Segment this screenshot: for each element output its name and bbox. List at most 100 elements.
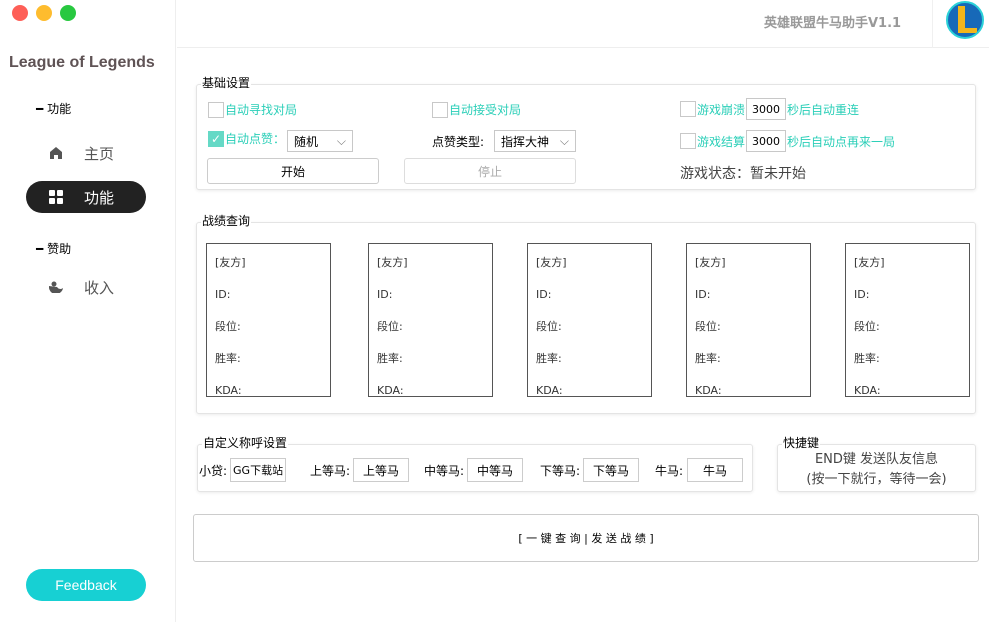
crash-reconnect-checkbox[interactable]: 游戏崩溃 3000 秒后自动重连: [680, 98, 859, 120]
kda-label: KDA:: [695, 384, 722, 397]
field-label: 牛马:: [655, 463, 684, 478]
player-card: [友方] ID: 段位: 胜率: KDA:: [686, 243, 811, 397]
checkbox-box[interactable]: [432, 101, 448, 118]
kda-label: KDA:: [536, 384, 563, 397]
checkbox-label: 自动点赞：: [225, 132, 286, 146]
kda-label: KDA:: [854, 384, 881, 397]
crash-seconds-input[interactable]: 3000: [746, 98, 787, 120]
suffix-label: 秒后自动点再来一局: [787, 134, 896, 149]
start-button[interactable]: 开始: [207, 158, 379, 184]
id-label: ID:: [695, 288, 711, 301]
minimize-window-button[interactable]: [36, 5, 52, 21]
side-label: [友方]: [536, 256, 567, 269]
sidebar-item-home[interactable]: 主页: [26, 137, 146, 169]
side-label: [友方]: [377, 256, 408, 269]
name-input[interactable]: GG下载站: [230, 458, 287, 482]
name-field-ox: 牛马: 牛马: [655, 458, 744, 482]
section-sponsor: ━ 赞助: [36, 242, 72, 256]
sidebar-item-label: 收入: [84, 278, 115, 297]
name-input[interactable]: 下等马: [583, 458, 640, 482]
player-card: [友方] ID: 段位: 胜率: KDA:: [206, 243, 331, 397]
checkbox-label: 自动接受对局: [449, 103, 522, 117]
id-label: ID:: [377, 288, 393, 301]
name-field-loan: 小贷: GG下载站: [199, 458, 287, 482]
group-title: 快捷键: [782, 434, 821, 451]
field-label: 小贷:: [199, 463, 228, 478]
winrate-label: 胜率:: [377, 352, 403, 365]
record-cards: [友方] ID: 段位: 胜率: KDA: [友方] ID: 段位: 胜率: KDA: [友方]…: [206, 243, 970, 397]
sidebar-item-label: 主页: [84, 144, 115, 163]
side-label: [友方]: [695, 256, 726, 269]
group-title: 基础设置: [201, 74, 252, 91]
winrate-label: 胜率:: [695, 352, 721, 365]
winrate-label: 胜率:: [536, 352, 562, 365]
brand-title: League of Legends: [9, 54, 155, 71]
name-field-mid: 中等马: 中等马: [424, 458, 524, 482]
side-label: [友方]: [854, 256, 885, 269]
sidebar-item-features[interactable]: 功能: [26, 181, 146, 213]
feedback-button[interactable]: Feedback: [26, 569, 146, 601]
group-title: 自定义称呼设置: [202, 434, 289, 451]
shortcut-line: (按一下就行，等待一会): [806, 472, 947, 487]
chevron-down-icon: ⌵: [559, 133, 569, 148]
auto-like-checkbox[interactable]: ✓ 自动点赞：: [208, 130, 285, 147]
query-send-button[interactable]: [ 一 键 查 询 | 发 送 战 绩 ]: [193, 514, 979, 562]
rank-label: 段位:: [536, 320, 562, 333]
checkbox-box[interactable]: [680, 133, 696, 149]
select-value: 随机: [294, 134, 319, 149]
rank-label: 段位:: [695, 320, 721, 333]
sidebar-item-label: 功能: [84, 188, 115, 207]
like-type-select[interactable]: 指挥大神 ⌵: [494, 130, 576, 152]
name-field-top: 上等马: 上等马: [310, 458, 410, 482]
checkbox-box[interactable]: [208, 101, 224, 118]
name-input[interactable]: 上等马: [353, 458, 410, 482]
winrate-label: 胜率:: [215, 352, 241, 365]
player-card: [友方] ID: 段位: 胜率: KDA:: [527, 243, 652, 397]
rank-label: 段位:: [377, 320, 403, 333]
group-title: 战绩查询: [201, 212, 252, 229]
side-label: [友方]: [215, 256, 246, 269]
app-title: 英雄联盟牛马助手V1.1: [764, 16, 902, 31]
suffix-label: 秒后自动重连: [787, 102, 860, 117]
name-input[interactable]: 牛马: [687, 458, 744, 482]
kda-label: KDA:: [215, 384, 242, 397]
field-label: 上等马:: [310, 463, 351, 478]
rank-label: 段位:: [854, 320, 880, 333]
home-icon: [48, 146, 64, 160]
rank-label: 段位:: [215, 320, 241, 333]
checkbox-box[interactable]: [680, 101, 696, 117]
sidebar: League of Legends ━ 功能 主页 功能 ━ 赞助 收入 Fee…: [0, 0, 176, 622]
like-mode-select[interactable]: 随机 ⌵: [287, 130, 353, 152]
player-card: [友方] ID: 段位: 胜率: KDA:: [368, 243, 493, 397]
section-features: ━ 功能: [36, 102, 72, 116]
name-input[interactable]: 中等马: [467, 458, 524, 482]
divider: [932, 0, 933, 48]
end-seconds-input[interactable]: 3000: [746, 130, 787, 152]
maximize-window-button[interactable]: [60, 5, 76, 21]
player-card: [友方] ID: 段位: 胜率: KDA:: [845, 243, 970, 397]
checkbox-label: 游戏崩溃: [697, 102, 746, 117]
grid-icon: [48, 190, 64, 204]
section-label: 功能: [47, 102, 72, 116]
close-window-button[interactable]: [12, 5, 28, 21]
stop-button[interactable]: 停止: [404, 158, 576, 184]
name-field-low: 下等马: 下等马: [540, 458, 640, 482]
shortcut-line: END键 发送队友信息: [814, 452, 939, 467]
income-icon: [48, 281, 64, 293]
field-label: 下等马:: [540, 463, 581, 478]
id-label: ID:: [536, 288, 552, 301]
end-replay-checkbox[interactable]: 游戏结算 3000 秒后自动点再来一局: [680, 130, 895, 152]
game-status: 游戏状态：暂未开始: [680, 166, 806, 182]
kda-label: KDA:: [377, 384, 404, 397]
chevron-down-icon: ⌵: [336, 133, 346, 148]
auto-accept-checkbox[interactable]: 自动接受对局: [432, 101, 521, 118]
shortcut-group: END键 发送队友信息 (按一下就行，等待一会): [777, 444, 976, 492]
lol-logo-avatar: [946, 1, 984, 39]
check-icon[interactable]: ✓: [208, 130, 224, 147]
sidebar-item-income[interactable]: 收入: [26, 271, 146, 303]
winrate-label: 胜率:: [854, 352, 880, 365]
section-label: 赞助: [47, 242, 72, 256]
auto-find-checkbox[interactable]: 自动寻找对局: [208, 101, 297, 118]
checkbox-label: 游戏结算: [697, 134, 746, 149]
like-type-label: 点赞类型:: [432, 135, 485, 149]
